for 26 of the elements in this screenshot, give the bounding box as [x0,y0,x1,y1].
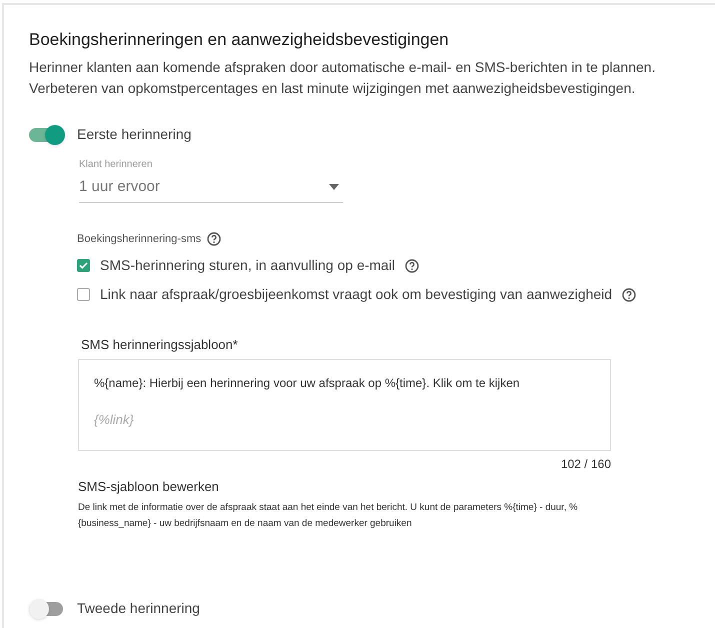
checkbox[interactable] [77,288,90,301]
help-icon[interactable] [622,288,636,302]
help-text: De link met de informatie over de afspraak staat aan het einde van het bericht. U kunt de parameters %{time} - duur, %{business_name} - uw bedrijfsnaam en de naam van de medewerker gebruiken [78,501,579,531]
checkbox[interactable] [77,259,90,272]
description-text: Herinner klanten aan komende afspraken door automatische e-mail- en SMS-berichten in te plannen. [29,58,656,77]
message-text: %{name}: Hierbij een herinnering voor uw afspraak op %{time}. Klik om te kijken [94,374,521,392]
caret-icon [329,184,339,190]
link-placeholder: {%link} [94,410,135,429]
help-icon[interactable] [404,258,419,272]
help-title: SMS-sjabloon bewerken [78,478,220,496]
character-counter: 102 / 160 [560,456,611,472]
check-icon [79,262,88,269]
reminder-select[interactable]: 1 uur ervoor [79,176,343,202]
field-label: Klant herinneren [79,158,154,172]
field-label: SMS herinneringssjabloon* [81,336,239,354]
toggle-label: Tweede herinnering [77,599,200,618]
section-title: Boekingsherinneringen en aanwezigheidsbevestigingen [29,29,450,51]
description-text: Verbeteren van opkomstpercentages en last minute wijzigingen met aanwezigheidsbevestigingen. [29,79,636,98]
toggle-label: Eerste herinnering [77,125,192,144]
toggle-switch[interactable] [29,598,65,618]
checkbox-label: Link naar afspraak/groesbijeenkomst vraagt ook om bevestiging van aanwezigheid [100,285,612,304]
checkbox-label: SMS-herinnering sturen, in aanvulling op e-mail [100,256,395,275]
help-icon[interactable] [207,232,222,246]
section-label: Boekingsherinnering-sms [77,232,202,246]
sms-template-field[interactable]: %{name}: Hierbij een herinnering voor uw afspraak op %{time}. Klik om te kijken {%link} [78,358,611,450]
toggle-switch[interactable] [29,124,65,144]
